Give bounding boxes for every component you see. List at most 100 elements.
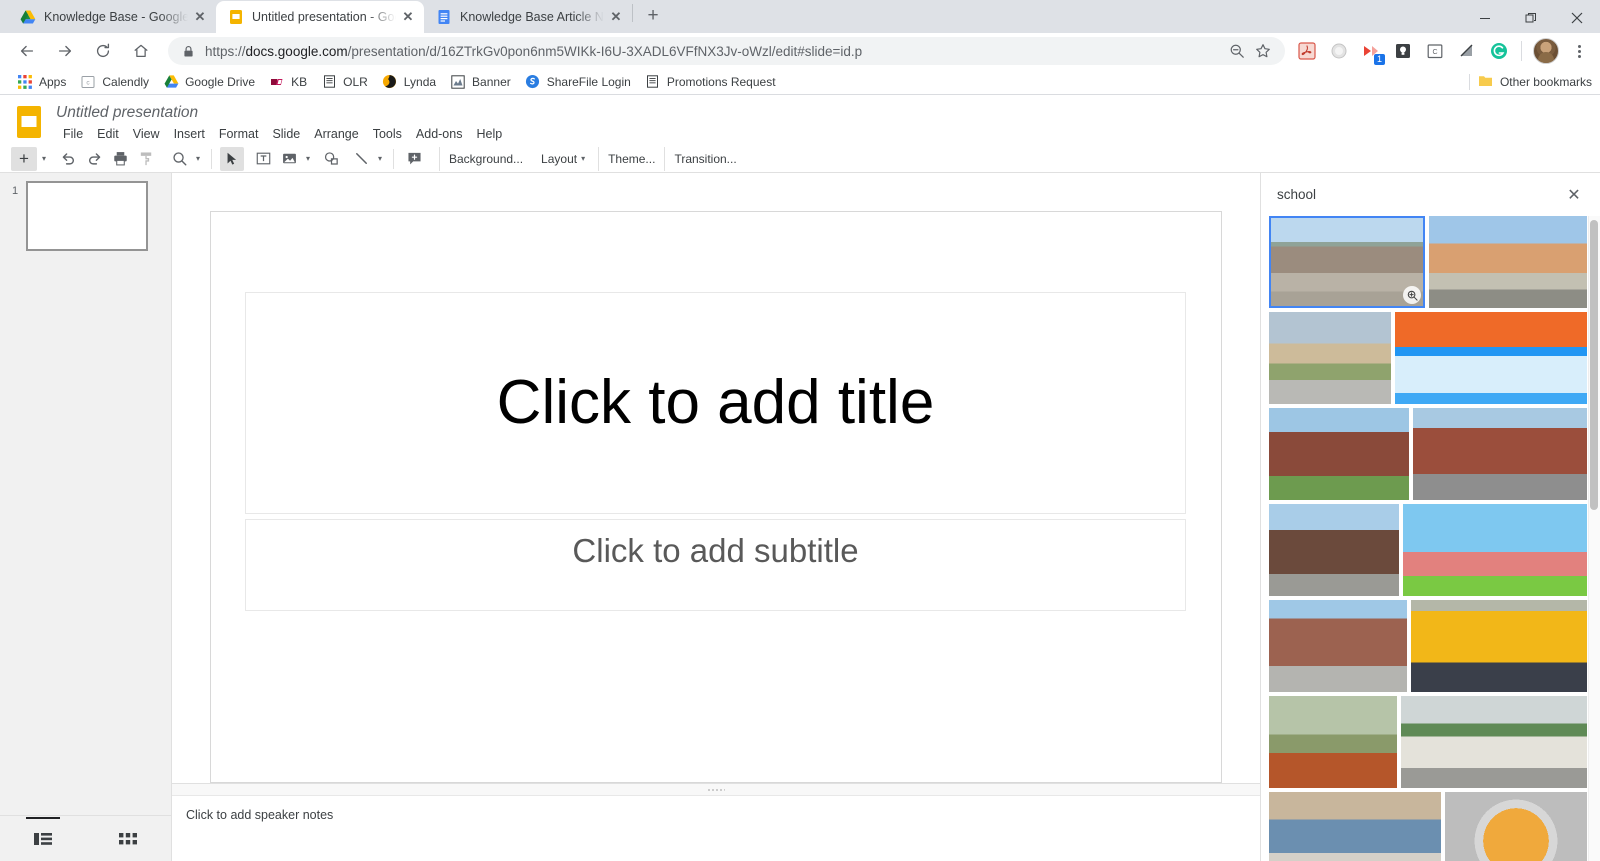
menu-format[interactable]: Format (212, 125, 266, 143)
forward-button[interactable] (51, 37, 79, 65)
zoom-dropdown-icon[interactable]: ▾ (192, 154, 204, 163)
other-bookmarks-button[interactable]: Other bookmarks (1468, 73, 1592, 90)
new-slide-dropdown-icon[interactable]: ▾ (38, 154, 50, 163)
reload-button[interactable] (89, 37, 117, 65)
line-dropdown-icon[interactable]: ▾ (374, 154, 386, 163)
calendar-extension-icon[interactable]: C (1422, 38, 1448, 64)
zoom-icon[interactable] (167, 147, 191, 171)
browser-tab-knowledge-base-article-needs[interactable]: Knowledge Base Article Needs - ( ✕ (424, 0, 632, 33)
panel-scrollbar-thumb[interactable] (1590, 220, 1598, 511)
close-window-button[interactable] (1554, 2, 1600, 34)
image-icon[interactable] (277, 147, 301, 171)
home-button[interactable] (127, 37, 155, 65)
close-icon[interactable]: ✕ (1562, 183, 1586, 207)
background-button[interactable]: Background... (439, 146, 532, 171)
new-tab-button[interactable]: + (639, 2, 667, 30)
screencast-extension-icon[interactable]: 1 (1358, 38, 1385, 66)
image-result-cartoon-school-house-orange-roof[interactable] (1395, 312, 1587, 405)
slides-toolbar: + ▾ ▾ ▾ ▾ Background... Layout ▾ Theme..… (0, 145, 1600, 173)
image-result-school-building-with-students-courtyard[interactable] (1269, 216, 1425, 309)
bookmark-sharefile-login[interactable]: ShareFile Login (518, 71, 638, 93)
grid-view-icon[interactable] (86, 817, 172, 861)
browser-tab-knowledge-base-drive[interactable]: Knowledge Base - Google Drive ✕ (8, 0, 216, 33)
bookmark-kb[interactable]: KB (262, 71, 314, 93)
bookmark-banner[interactable]: Banner (443, 71, 518, 93)
image-result-school-building-flat-icon-orange-circle[interactable] (1445, 792, 1587, 861)
tab-close-icon[interactable]: ✕ (192, 9, 208, 25)
panel-scrollbar-track[interactable] (1588, 216, 1600, 861)
lightbulb-note-extension-icon[interactable] (1390, 38, 1416, 64)
google-slides-logo[interactable] (12, 101, 46, 145)
cursor-icon[interactable] (220, 146, 244, 171)
menu-file[interactable]: File (56, 125, 90, 143)
image-result-brick-school-with-flagpole[interactable] (1269, 504, 1399, 597)
image-result-brick-school-building-street[interactable] (1269, 600, 1407, 693)
bookmark-apps[interactable]: Apps (10, 71, 73, 93)
grey-circle-extension-icon[interactable] (1326, 38, 1352, 64)
three-dot-menu-icon[interactable] (1566, 44, 1592, 58)
speaker-notes-area[interactable]: Click to add speaker notes (172, 795, 1260, 861)
image-result-red-brick-school-street-view[interactable] (1413, 408, 1587, 501)
tab-close-icon[interactable]: ✕ (400, 9, 416, 25)
print-icon[interactable] (108, 147, 132, 171)
menu-insert[interactable]: Insert (167, 125, 212, 143)
menu-edit[interactable]: Edit (90, 125, 126, 143)
layout-button[interactable]: Layout ▾ (532, 147, 598, 171)
subtitle-placeholder[interactable]: Click to add subtitle (245, 518, 1186, 611)
menu-view[interactable]: View (126, 125, 167, 143)
document-title[interactable]: Untitled presentation (56, 103, 509, 122)
undo-icon[interactable] (56, 147, 80, 171)
bookmark-google-drive[interactable]: Google Drive (156, 71, 262, 93)
title-placeholder-text: Click to add title (496, 367, 935, 437)
slide-thumbnail[interactable] (26, 180, 148, 251)
menu-help[interactable]: Help (469, 125, 509, 143)
image-result-red-brick-historic-school[interactable] (1269, 408, 1409, 501)
zoom-in-icon[interactable] (1403, 286, 1421, 305)
menu-addons[interactable]: Add-ons (409, 125, 470, 143)
tab-close-icon[interactable]: ✕ (608, 9, 624, 25)
image-result-school-entrance-gate-sign[interactable] (1401, 696, 1587, 789)
textbox-icon[interactable] (251, 147, 275, 171)
notes-splitter-handle[interactable] (172, 782, 1260, 796)
title-placeholder[interactable]: Click to add title (245, 291, 1186, 514)
paint-format-icon[interactable] (134, 147, 158, 171)
theme-button[interactable]: Theme... (598, 146, 664, 171)
zoom-out-icon[interactable] (1225, 39, 1249, 63)
transition-button[interactable]: Transition... (664, 146, 745, 171)
new-slide-button[interactable]: + (11, 146, 37, 171)
image-result-groundbreaking-ceremony-shovels[interactable] (1269, 696, 1397, 789)
image-result-beige-school-building-driveway[interactable] (1269, 312, 1391, 405)
menu-slide[interactable]: Slide (265, 125, 307, 143)
image-result-modern-school-exterior-teal-glass[interactable] (1429, 216, 1587, 309)
bookmark-calendly[interactable]: c Calendly (73, 71, 156, 93)
shape-icon[interactable] (319, 147, 343, 171)
image-dropdown-icon[interactable]: ▾ (302, 154, 314, 163)
avatar[interactable] (1533, 38, 1559, 65)
grammarly-extension-icon[interactable] (1486, 38, 1512, 64)
redo-icon[interactable] (82, 147, 106, 171)
back-button[interactable] (13, 37, 41, 65)
bookmark-lynda[interactable]: Lynda (375, 71, 443, 93)
bookmark-promotions-request[interactable]: Promotions Request (638, 71, 783, 93)
slide-canvas[interactable]: Click to add title Click to add subtitle (210, 210, 1222, 783)
slash-graph-extension-icon[interactable] (1454, 38, 1480, 64)
adobe-acrobat-extension-icon[interactable] (1294, 38, 1320, 64)
address-bar[interactable]: https://docs.google.com/presentation/d/1… (168, 37, 1285, 66)
filmstrip-slide-1[interactable]: 1 (0, 180, 171, 251)
filmstrip-view-icon[interactable] (0, 816, 86, 861)
image-result-cartoon-pink-school-with-bus[interactable] (1403, 504, 1587, 597)
bookmark-olr[interactable]: OLR (314, 71, 375, 93)
panel-header: school ✕ (1261, 173, 1600, 217)
browser-tab-untitled-presentation[interactable]: Untitled presentation - Google S ✕ (216, 0, 424, 33)
maximize-restore-button[interactable] (1508, 2, 1554, 34)
star-icon[interactable] (1251, 39, 1275, 63)
menu-arrange[interactable]: Arrange (307, 125, 365, 143)
minimize-button[interactable] (1462, 2, 1508, 34)
add-comment-icon[interactable] (402, 147, 426, 171)
line-icon[interactable] (349, 147, 373, 171)
menu-tools[interactable]: Tools (366, 125, 409, 143)
image-result-back-to-school-event-crowd-chalkboard[interactable] (1269, 792, 1441, 861)
search-input[interactable]: school (1277, 187, 1562, 202)
canvas-wrapper: Click to add title Click to add subtitle (172, 173, 1260, 783)
image-result-yellow-school-bus-rear[interactable] (1411, 600, 1587, 693)
